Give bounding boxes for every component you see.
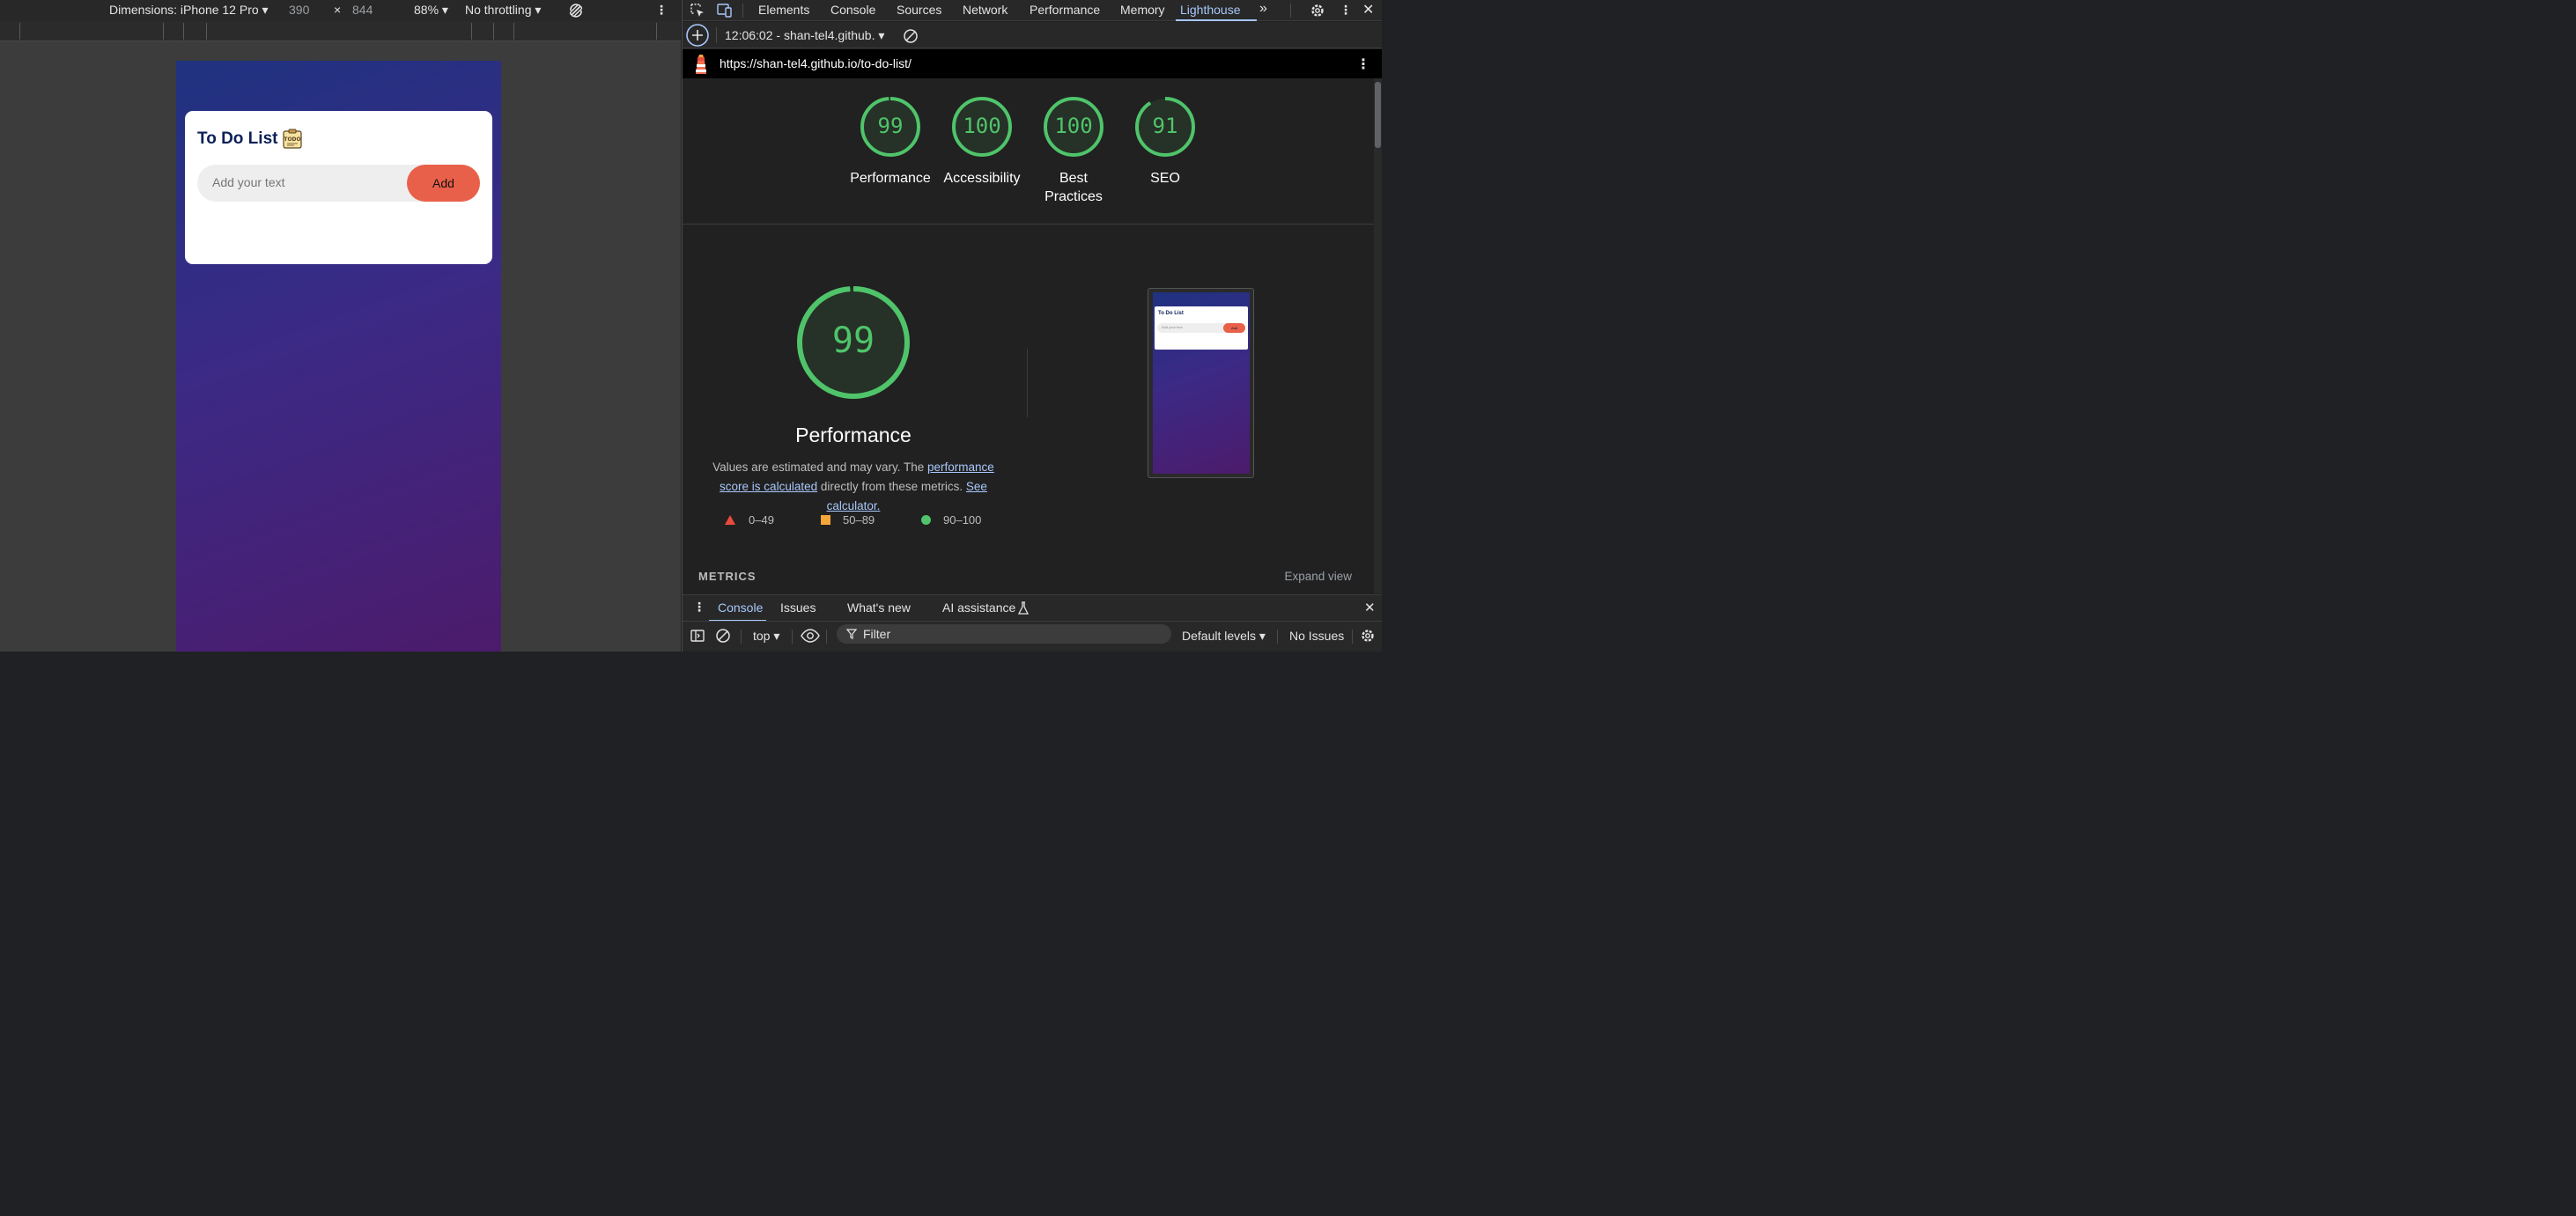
gauge-best-practices[interactable]: 100 [1043, 96, 1104, 158]
more-tabs-icon[interactable]: » [1259, 1, 1267, 17]
drawer-tab-console[interactable]: Console [718, 601, 763, 615]
fail-triangle-icon [725, 515, 735, 525]
customize-menu-icon[interactable]: ⋮ [1340, 3, 1352, 18]
drawer-tabbar: ⋮ Console Issues What's new AI assistanc… [683, 594, 1382, 622]
flask-icon [1017, 601, 1030, 615]
report-menu-icon[interactable]: ⋮ [1356, 55, 1370, 73]
todo-notepad-icon: TODO [282, 129, 303, 150]
device-width-input[interactable]: 390 [289, 3, 309, 17]
performance-title: Performance [795, 424, 912, 446]
tab-elements[interactable]: Elements [758, 3, 809, 17]
close-devtools-icon[interactable]: ✕ [1362, 1, 1374, 18]
context-select[interactable]: top ▾ [753, 629, 779, 644]
device-toolbar: Dimensions: iPhone 12 Pro ▾ 390 × 844 88… [0, 0, 681, 21]
gauge-seo[interactable]: 91 [1134, 96, 1196, 158]
new-report-icon[interactable] [685, 23, 710, 48]
gauge-seo-label: SEO [1150, 171, 1180, 186]
metrics-heading: METRICS [698, 570, 757, 583]
gauge-performance-label: Performance [850, 171, 931, 186]
performance-description: Values are estimated and may vary. The p… [712, 461, 994, 512]
legend-average: 50–89 [843, 513, 875, 527]
tab-network[interactable]: Network [963, 3, 1008, 17]
tab-lighthouse[interactable]: Lighthouse [1180, 3, 1241, 17]
legend-pass: 90–100 [943, 513, 982, 527]
report-url-bar: https://shan-tel4.github.io/to-do-list/ … [683, 49, 1382, 78]
clear-reports-icon[interactable] [903, 28, 919, 44]
clear-console-icon[interactable] [715, 628, 731, 644]
devtools-tabbar: Elements Console Sources Network Perform… [683, 0, 1382, 21]
drawer-tab-issues[interactable]: Issues [780, 601, 816, 615]
live-expression-eye-icon[interactable] [801, 628, 820, 644]
add-button[interactable]: Add [407, 165, 480, 202]
rotate-icon[interactable] [566, 1, 586, 20]
console-settings-icon[interactable] [1360, 628, 1376, 644]
filter-placeholder: Filter [863, 627, 891, 641]
expand-view-toggle[interactable]: Expand view [1284, 570, 1352, 583]
performance-big-score: 99 [831, 321, 875, 361]
pass-circle-icon [921, 515, 931, 525]
drawer-menu-icon[interactable]: ⋮ [693, 600, 705, 615]
device-emulation-pane: Dimensions: iPhone 12 Pro ▾ 390 × 844 88… [0, 0, 681, 652]
emulated-viewport: To Do List TODO Add your text Add [176, 61, 501, 652]
todo-card: To Do List TODO Add your text Add [185, 111, 492, 264]
svg-text:TODO: TODO [284, 136, 301, 143]
lighthouse-toolbar: 12:06:02 - shan-tel4.github. ▾ [683, 22, 1382, 48]
final-screenshot-thumbnail[interactable]: To Do List Add your text Add [1148, 288, 1254, 478]
report-scrollbar-thumb[interactable] [1375, 82, 1381, 148]
dimension-times: × [334, 3, 342, 17]
zoom-select[interactable]: 88% ▾ [414, 3, 448, 18]
gauge-best-practices-label: Best Practices [1044, 171, 1103, 204]
drawer-tab-ai-assistance[interactable]: AI assistance [942, 601, 1015, 615]
issues-counter[interactable]: No Issues [1289, 629, 1344, 643]
report-scrollbar[interactable] [1374, 78, 1382, 593]
gauge-performance[interactable]: 99 [860, 96, 921, 158]
console-filter-input[interactable]: Filter [837, 624, 1171, 644]
media-query-ruler [0, 21, 681, 41]
gauge-seo-value: 91 [1152, 114, 1178, 138]
throttling-select[interactable]: No throttling ▾ [465, 3, 541, 18]
legend-fail: 0–49 [749, 513, 774, 527]
average-square-icon [821, 515, 830, 525]
dimensions-select[interactable]: Dimensions: iPhone 12 Pro ▾ [109, 3, 269, 18]
inspect-element-icon[interactable] [690, 3, 705, 18]
show-sidebar-icon[interactable] [690, 628, 705, 644]
device-toolbar-icon[interactable] [716, 3, 734, 18]
gauge-accessibility-label: Accessibility [943, 171, 1021, 186]
tab-performance[interactable]: Performance [1030, 3, 1100, 17]
thumbnail-input: Add your text Add [1157, 323, 1245, 333]
gauge-performance-value: 99 [877, 114, 904, 138]
thumbnail-placeholder: Add your text [1162, 325, 1183, 329]
console-toolbar: top ▾ Filter Default levels ▾ No Issues [683, 621, 1382, 652]
tab-console[interactable]: Console [830, 3, 875, 17]
more-options-icon[interactable]: ⋮ [655, 3, 668, 18]
thumbnail-add-button: Add [1223, 323, 1245, 333]
gauge-best-practices-value: 100 [1054, 114, 1093, 138]
todo-input[interactable]: Add your text Add [197, 165, 480, 202]
drawer-tab-whats-new[interactable]: What's new [847, 601, 911, 615]
thumbnail-card: To Do List Add your text Add [1155, 306, 1248, 350]
settings-icon[interactable] [1310, 3, 1325, 18]
active-tab-indicator [1176, 19, 1257, 21]
log-levels-select[interactable]: Default levels ▾ [1182, 629, 1266, 644]
filter-icon [846, 629, 857, 639]
todo-input-placeholder: Add your text [212, 175, 285, 189]
device-height-input[interactable]: 844 [352, 3, 373, 17]
tab-memory[interactable]: Memory [1120, 3, 1165, 17]
report-select[interactable]: 12:06:02 - shan-tel4.github. ▾ [725, 28, 884, 43]
todo-title: To Do List TODO [197, 129, 303, 150]
lighthouse-logo-icon [693, 53, 709, 76]
tab-sources[interactable]: Sources [897, 3, 941, 17]
gauge-accessibility[interactable]: 100 [951, 96, 1013, 158]
vertical-divider [1027, 349, 1028, 417]
close-drawer-icon[interactable]: ✕ [1364, 600, 1376, 615]
thumbnail-screen: To Do List Add your text Add [1153, 292, 1250, 474]
report-url[interactable]: https://shan-tel4.github.io/to-do-list/ [720, 56, 912, 70]
thumbnail-title: To Do List [1158, 311, 1184, 316]
section-divider [683, 224, 1374, 225]
gauge-accessibility-value: 100 [963, 114, 1001, 138]
lighthouse-report: 99 Performance 100 Accessibility 100 Bes… [683, 78, 1374, 593]
devtools-pane: Elements Console Sources Network Perform… [682, 0, 1382, 652]
